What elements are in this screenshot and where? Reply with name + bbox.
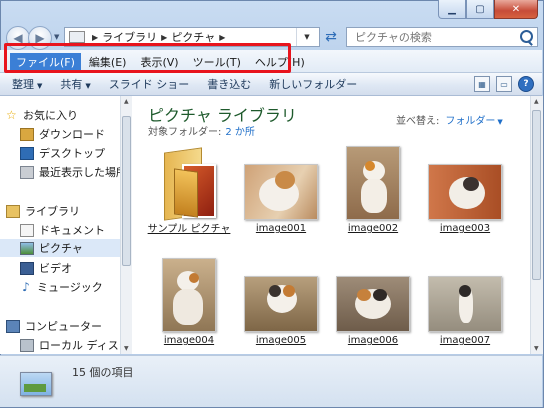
new-folder-button[interactable]: 新しいフォルダー [269, 76, 357, 92]
file-name: image006 [347, 335, 399, 346]
recent-pages-dropdown-icon[interactable]: ▼ [54, 33, 59, 41]
breadcrumb-separator-icon[interactable]: ▶ [219, 33, 225, 42]
downloads-folder-icon [20, 127, 34, 141]
breadcrumb-separator-icon[interactable]: ▶ [161, 33, 167, 42]
search-icon[interactable] [520, 30, 533, 43]
file-item[interactable]: image006 [330, 276, 416, 346]
file-item[interactable]: image004 [146, 258, 232, 346]
sidebar-item-libraries[interactable]: ライブラリ [6, 202, 80, 220]
sidebar-item-computer[interactable]: コンピューター [6, 317, 102, 335]
file-name: image004 [163, 335, 215, 346]
scroll-down-icon[interactable]: ▼ [534, 345, 539, 352]
photo-thumbnail [244, 164, 318, 220]
window-caption-buttons: ▁ ▢ ✕ [438, 0, 538, 19]
sidebar-item-favorites[interactable]: ☆ お気に入り [6, 106, 78, 124]
libraries-icon [6, 204, 20, 218]
pictures-icon [20, 241, 34, 255]
navigation-bar: ◀ ▶ ▼ ▶ ライブラリ ▶ ピクチャ ▶ ▼ ⇄ [6, 24, 538, 52]
scroll-down-icon[interactable]: ▼ [124, 345, 129, 352]
star-icon: ☆ [6, 108, 17, 122]
chevron-down-icon[interactable]: ▼ [497, 118, 502, 126]
documents-icon [20, 223, 34, 237]
preview-pane-icon[interactable]: ▭ [496, 76, 512, 92]
file-name: image005 [255, 335, 307, 346]
file-item[interactable]: image007 [422, 276, 508, 346]
menu-edit[interactable]: 編集(E) [83, 53, 133, 71]
address-dropdown-icon[interactable]: ▼ [296, 28, 317, 46]
address-folder-icon [69, 31, 85, 43]
content-pane: ピクチャ ライブラリ 対象フォルダー: 2 か所 並べ替え: フォルダー ▼ サンプル… [132, 96, 530, 388]
photo-thumbnail [244, 276, 318, 332]
sidebar-item-desktop[interactable]: デスクトップ [20, 144, 105, 162]
breadcrumb-libraries[interactable]: ライブラリ [102, 29, 157, 45]
slideshow-button[interactable]: スライド ショー [109, 76, 190, 92]
item-count: 15 個の項目 [72, 366, 134, 379]
menu-bar: ファイル(F) 編集(E) 表示(V) ツール(T) ヘルプ(H) [0, 50, 542, 73]
search-box[interactable] [346, 27, 538, 47]
close-button[interactable]: ✕ [494, 0, 538, 19]
help-icon[interactable]: ? [518, 76, 534, 92]
photo-thumbnail [428, 276, 502, 332]
content-pane-scrollbar[interactable]: ▲ ▼ [530, 96, 543, 354]
sidebar-item-recent[interactable]: 最近表示した場所 [20, 163, 120, 181]
file-name: image001 [255, 223, 307, 234]
scroll-thumb[interactable] [122, 116, 131, 266]
file-name: image003 [439, 223, 491, 234]
locations-link[interactable]: 2 か所 [225, 127, 255, 138]
menu-help[interactable]: ヘルプ(H) [249, 53, 311, 71]
videos-icon [20, 261, 34, 275]
photo-thumbnail [162, 258, 216, 332]
scroll-up-icon[interactable]: ▲ [534, 98, 539, 105]
file-item[interactable]: サンプル ピクチャ [146, 147, 232, 236]
navigation-pane: ☆ お気に入り ダウンロード デスクトップ 最近表示した場所 ライブラリ ドキュ… [0, 96, 121, 354]
sidebar-item-downloads[interactable]: ダウンロード [20, 125, 105, 143]
sidebar-item-videos[interactable]: ビデオ [20, 259, 72, 277]
sidebar-item-local-disk[interactable]: ローカル ディスク [20, 336, 120, 354]
refresh-icon[interactable]: ⇄ [320, 27, 342, 47]
recent-places-icon [20, 165, 34, 179]
menu-view[interactable]: 表示(V) [134, 53, 184, 71]
file-name: サンプル ピクチャ [147, 224, 231, 235]
sidebar-item-pictures[interactable]: ピクチャ [0, 239, 120, 257]
breadcrumb-separator-icon[interactable]: ▶ [92, 33, 98, 42]
file-item[interactable]: image001 [238, 164, 324, 234]
details-pane: 15 個の項目 [0, 355, 542, 407]
organize-button[interactable]: 整理 ▼ [12, 76, 42, 92]
search-input[interactable] [353, 29, 517, 45]
minimize-button[interactable]: ▁ [438, 0, 466, 19]
file-item[interactable]: image002 [330, 146, 416, 234]
file-name: image002 [347, 223, 399, 234]
arrange-by-dropdown[interactable]: フォルダー [445, 116, 495, 127]
burn-button[interactable]: 書き込む [207, 76, 251, 92]
scroll-thumb[interactable] [532, 110, 541, 280]
photo-thumbnail [336, 276, 410, 332]
share-button[interactable]: 共有 ▼ [60, 76, 90, 92]
back-button[interactable]: ◀ [6, 26, 30, 50]
menu-file[interactable]: ファイル(F) [10, 53, 81, 71]
scroll-up-icon[interactable]: ▲ [124, 98, 129, 105]
forward-button[interactable]: ▶ [28, 26, 52, 50]
sidebar-item-documents[interactable]: ドキュメント [20, 221, 105, 239]
photo-thumbnail [346, 146, 400, 220]
folder-icon [160, 147, 218, 221]
music-icon: ♪ [22, 279, 30, 294]
computer-icon [6, 319, 20, 333]
maximize-button[interactable]: ▢ [466, 0, 494, 19]
breadcrumb-pictures[interactable]: ピクチャ [171, 29, 215, 45]
desktop-icon [20, 146, 34, 160]
file-item[interactable]: image003 [422, 164, 508, 234]
address-bar[interactable]: ▶ ライブラリ ▶ ピクチャ ▶ [64, 27, 320, 47]
command-bar: 整理 ▼ 共有 ▼ スライド ショー 書き込む 新しいフォルダー ▦ ▭ ? [0, 73, 542, 96]
file-name: image007 [439, 335, 491, 346]
file-item[interactable]: image005 [238, 276, 324, 346]
library-locations: 対象フォルダー: 2 か所 [148, 127, 255, 138]
pictures-library-icon [20, 368, 54, 396]
view-options-icon[interactable]: ▦ [474, 76, 490, 92]
photo-thumbnail [428, 164, 502, 220]
arrange-by: 並べ替え: フォルダー ▼ [396, 116, 503, 127]
sidebar-item-music[interactable]: ♪ ミュージック [20, 278, 103, 296]
local-disk-icon [20, 338, 34, 352]
menu-tools[interactable]: ツール(T) [187, 53, 247, 71]
